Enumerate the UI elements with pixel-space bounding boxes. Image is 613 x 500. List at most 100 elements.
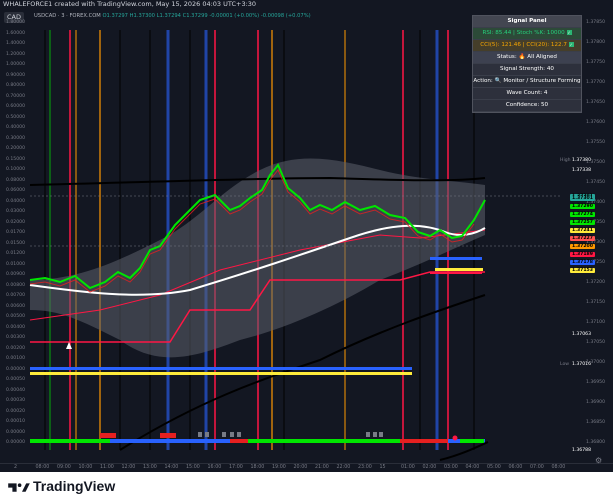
indicator-price-tag: 1.37257 [570,220,595,225]
time-tick: 09:00 [57,465,71,470]
left-axis-tick: 0.00900 [6,272,25,277]
right-axis-tick: 1.37050 [586,340,605,345]
panel-cci: CCI(5): 121.46 | CCI(20): 122.7 ✓ [473,40,581,52]
panel-rsi: RSI: 85.44 | Stoch %K: 10000 ✓ [473,28,581,40]
left-axis-tick: 0.00040 [6,387,25,393]
right-axis-tick: 1.37600 [586,120,605,125]
time-tick: 02:00 [422,465,437,470]
left-axis-tick: 0.03000 [6,209,25,214]
time-tick: 16:00 [207,465,222,470]
right-axis-tick: 1.36900 [586,400,605,405]
check-icon: ✓ [566,30,572,35]
left-axis-tick: 0.00600 [6,303,25,309]
time-tick: 07:00 [530,465,544,470]
left-axis-tick: 0.00200 [6,345,25,351]
left-price-axis: 1.80000 1.60000 1.40000 1.20000 1.00000 0.900… [2,20,28,450]
low-label: Low [560,362,570,367]
left-axis-tick: 0.00400 [6,324,25,330]
left-axis-tick: 1.20000 [6,51,25,57]
time-tick: 17:00 [229,465,243,470]
left-axis-tick: 0.02000 [6,219,25,225]
right-axis-tick: 1.36800 [586,440,605,445]
blue-level-right [430,257,482,260]
right-axis-tick: 1.37750 [586,60,605,65]
time-tick: 20:00 [293,465,308,470]
time-tick: 19:00 [272,465,286,470]
footer: TradingView [0,472,613,500]
tradingview-mark-icon [8,483,30,493]
left-axis-tick: 0.00100 [6,356,25,361]
left-axis-tick: 0.00030 [6,398,25,403]
high-label: High [560,158,571,163]
left-axis-tick: 0.60000 [6,104,25,109]
left-axis-tick: 0.80000 [6,83,25,88]
right-axis-tick: 1.36950 [586,380,605,385]
right-axis-tick: 1.37150 [586,300,605,305]
left-axis-tick: 0.01200 [6,251,25,256]
time-tick: 08:00 [551,465,566,470]
indicator-price-tag: 1.37200 [570,244,595,249]
time-tick: 01:00 [401,465,415,470]
left-axis-tick: 0.50000 [6,114,25,120]
left-axis-tick: 0.70000 [6,93,25,99]
indicator-price-tag: 1.37153 [570,268,595,273]
check-icon: ✓ [568,42,574,47]
right-axis-tick: 1.36850 [586,420,605,425]
left-axis-tick: 0.00800 [6,282,25,288]
high2-value: 1.37338 [572,168,591,173]
left-axis-tick: 0.00000 [6,429,25,435]
time-tick: 10:00 [78,465,93,470]
left-axis-tick: 0.20000 [6,146,25,151]
left-axis-tick: 0.00000 [6,440,25,445]
time-tick: 2 [14,465,18,470]
right-axis-tick: 1.37200 [586,280,605,285]
left-axis-tick: 0.01500 [6,240,25,246]
right-axis-tick: 1.37650 [586,100,605,105]
panel-action: Action: 🔍 Monitor / Structure Forming [473,76,581,88]
right-axis-tick: 1.37550 [586,140,605,145]
left-axis-tick: 0.06000 [6,188,25,193]
left-axis-tick: 0.00500 [6,314,25,319]
right-axis-tick: 1.37500 [586,160,605,165]
right-axis-tick: 1.37700 [586,80,605,85]
time-tick: 03:00 [444,465,458,470]
right-axis-tick: 1.37100 [586,320,605,325]
time-tick: 11:00 [100,465,114,470]
left-axis-tick: 0.30000 [6,135,25,141]
left-axis-tick: 0.01700 [6,230,25,235]
left-axis-tick: 1.80000 [6,20,25,25]
time-tick: 23:00 [358,465,372,470]
brand-name: TradingView [33,478,116,494]
panel-wave: Wave Count: 4 [473,88,581,100]
time-tick: 18:00 [250,465,265,470]
time-tick: 15:00 [186,465,200,470]
indicator-price-tag: 1.37274 [570,212,595,217]
left-axis-tick: 0.01000 [6,261,25,267]
time-tick: 21:00 [315,465,329,470]
yellow-level [30,372,412,375]
panel-strength: Signal Strength: 40 [473,64,581,76]
buy-marker [66,342,72,349]
v1-value: 1.37063 [572,332,591,337]
time-tick: 22:00 [336,465,351,470]
created-caption: WHALEFORCE1 created with TradingView.com… [3,0,257,8]
left-axis-tick: 1.40000 [6,41,25,46]
gear-icon[interactable]: ⚙ [595,456,605,466]
left-axis-tick: 0.04000 [6,198,25,204]
left-axis-tick: 0.10000 [6,167,25,172]
left-axis-tick: 0.00050 [6,377,25,382]
tradingview-logo[interactable]: TradingView [8,478,115,494]
red-level-right [430,272,482,274]
left-axis-tick: 0.00700 [6,293,25,298]
time-tick: 14:00 [164,465,179,470]
left-axis-tick: 0.00000 [6,366,25,372]
right-axis-tick: 1.37450 [586,180,605,185]
top-bar: WHALEFORCE1 created with TradingView.com… [0,0,613,10]
time-tick: 15 [379,465,386,470]
yellow-level-right [435,268,483,271]
indicator-price-tag: 1.37301 [570,196,595,201]
panel-status: Status: 🔥 All Aligned [473,52,581,64]
indicator-price-tag: 1.37227 [570,236,595,241]
right-axis-tick: 1.37800 [586,40,605,45]
indicator-price-tag: 1.37241 [570,228,595,233]
